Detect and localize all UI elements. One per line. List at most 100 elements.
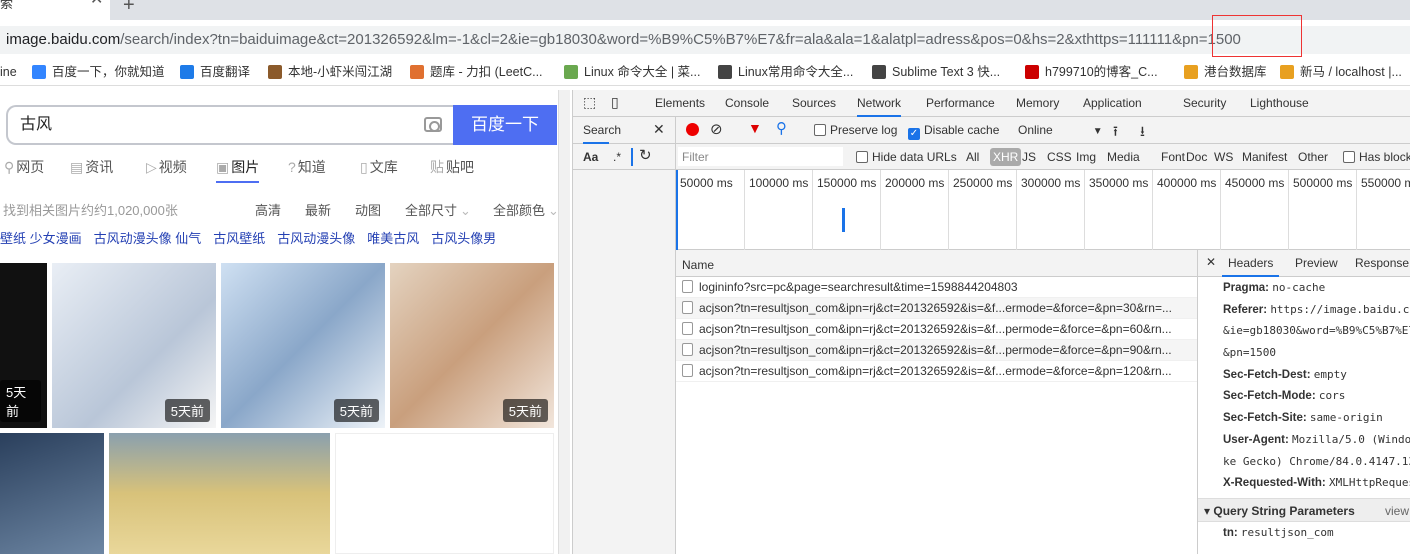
related-link[interactable]: 壁纸 少女漫画 bbox=[0, 231, 82, 246]
type-filter-font[interactable]: Font bbox=[1161, 150, 1185, 164]
image-result[interactable] bbox=[109, 433, 330, 554]
type-filter-doc[interactable]: Doc bbox=[1186, 150, 1207, 164]
address-bar[interactable]: image.baidu.com/search/index?tn=baiduima… bbox=[0, 26, 1410, 54]
tab-sources[interactable]: Sources bbox=[792, 96, 836, 110]
bookmark[interactable]: Linux常用命令大全... bbox=[718, 60, 853, 84]
tab-console[interactable]: Console bbox=[725, 96, 769, 110]
related-link[interactable]: 唯美古风 bbox=[367, 231, 419, 246]
filter-4[interactable]: 全部颜色 ⌄ bbox=[493, 200, 559, 219]
bookmark[interactable]: Sublime Text 3 快... bbox=[872, 60, 1000, 84]
related-link[interactable]: 古风壁纸 bbox=[213, 231, 265, 246]
type-filter-ws[interactable]: WS bbox=[1214, 150, 1233, 164]
image-result[interactable] bbox=[0, 433, 104, 554]
search-icon[interactable]: ⚲ bbox=[776, 119, 787, 137]
query-string-section[interactable]: ▾ Query String Parameters view bbox=[1198, 497, 1410, 523]
type-filter-media[interactable]: Media bbox=[1107, 150, 1140, 164]
name-column-header[interactable]: Name bbox=[676, 250, 1197, 277]
request-row[interactable]: acjson?tn=resultjson_com&ipn=rj&ct=20132… bbox=[676, 340, 1197, 361]
tab-lighthouse[interactable]: Lighthouse bbox=[1250, 96, 1309, 110]
close-tab-icon[interactable]: ✕ bbox=[90, 0, 103, 8]
hide-data-urls-checkbox[interactable]: Hide data URLs bbox=[856, 150, 957, 164]
preserve-log-checkbox[interactable]: Preserve log bbox=[814, 123, 897, 137]
has-blocked-checkbox[interactable]: Has block bbox=[1343, 150, 1410, 164]
type-filter-css[interactable]: CSS bbox=[1047, 150, 1072, 164]
filter-input[interactable]: Filter bbox=[678, 147, 843, 166]
tab-network[interactable]: Network bbox=[857, 96, 902, 117]
clear-icon[interactable]: ⊘ bbox=[710, 120, 723, 138]
close-icon[interactable]: ✕ bbox=[1206, 255, 1216, 269]
search-field[interactable] bbox=[631, 148, 633, 166]
detail-tab-response[interactable]: Response bbox=[1355, 256, 1409, 270]
search-button[interactable]: 百度一下 bbox=[453, 105, 557, 145]
image-result[interactable]: 5天前 bbox=[52, 263, 216, 428]
device-toolbar-icon[interactable]: ▯ bbox=[611, 94, 619, 111]
bookmark[interactable]: 本地-小虾米闯江湖 bbox=[268, 60, 392, 84]
type-filter-other[interactable]: Other bbox=[1298, 150, 1328, 164]
throttle-select[interactable]: Online ▼ bbox=[1018, 123, 1103, 137]
detail-tab-preview[interactable]: Preview bbox=[1295, 256, 1338, 270]
match-case-button[interactable]: Aa bbox=[583, 150, 598, 164]
filter-1[interactable]: 最新 bbox=[305, 200, 331, 219]
bookmark[interactable]: 新马 / localhost |... bbox=[1280, 60, 1402, 84]
image-result[interactable]: 5天前 bbox=[0, 263, 47, 428]
header-value: &ie=gb18030&word=%B9%C5%B7%E7 bbox=[1223, 324, 1410, 338]
nav-label: 贴吧 bbox=[446, 159, 474, 175]
related-link[interactable]: 古风动漫头像 仙气 bbox=[94, 231, 202, 246]
nav-tab-4[interactable]: ? 知道 bbox=[288, 157, 326, 177]
view-source-link[interactable]: view bbox=[1385, 499, 1409, 523]
tab-performance[interactable]: Performance bbox=[926, 96, 995, 110]
bookmark[interactable]: 百度一下，你就知道 bbox=[32, 60, 165, 84]
refresh-icon[interactable]: ↻ bbox=[639, 146, 652, 164]
request-row[interactable]: logininfo?src=pc&page=searchresult&time=… bbox=[676, 277, 1197, 298]
nav-tab-3[interactable]: ▣ 图片 bbox=[216, 157, 260, 183]
bookmark[interactable]: ine bbox=[0, 60, 17, 84]
nav-tab-6[interactable]: 贴贴吧 bbox=[430, 157, 474, 177]
tab-memory[interactable]: Memory bbox=[1016, 96, 1059, 110]
related-link[interactable]: 古风头像男 bbox=[431, 231, 496, 246]
close-icon[interactable]: ✕ bbox=[653, 121, 665, 138]
inspect-icon[interactable]: ⬚ bbox=[583, 94, 596, 111]
filter-2[interactable]: 动图 bbox=[355, 200, 381, 219]
nav-tab-0[interactable]: ⚲ 网页 bbox=[4, 157, 44, 177]
image-result[interactable] bbox=[335, 433, 554, 554]
type-filter-xhr[interactable]: XHR bbox=[990, 148, 1022, 166]
new-tab-button[interactable]: + bbox=[123, 0, 135, 17]
request-row[interactable]: acjson?tn=resultjson_com&ipn=rj&ct=20132… bbox=[676, 298, 1197, 319]
record-icon[interactable] bbox=[686, 123, 699, 136]
bookmark[interactable]: 题库 - 力扣 (LeetC... bbox=[410, 60, 543, 84]
header-value: &pn=1500 bbox=[1223, 346, 1276, 360]
type-filter-js[interactable]: JS bbox=[1022, 150, 1036, 164]
type-filter-img[interactable]: Img bbox=[1076, 150, 1096, 164]
tab-security[interactable]: Security bbox=[1183, 96, 1226, 110]
export-icon[interactable]: ⭳ bbox=[1140, 121, 1145, 145]
header-value: ke Gecko) Chrome/84.0.4147.135 bbox=[1223, 454, 1410, 468]
type-filter-manifest[interactable]: Manifest bbox=[1242, 150, 1287, 164]
related-link[interactable]: 古风动漫头像 bbox=[277, 231, 355, 246]
nav-tab-5[interactable]: ▯ 文库 bbox=[360, 157, 398, 177]
request-row[interactable]: acjson?tn=resultjson_com&ipn=rj&ct=20132… bbox=[676, 361, 1197, 382]
nav-tab-1[interactable]: ▤ 资讯 bbox=[70, 157, 113, 177]
import-icon[interactable]: ⭱ bbox=[1113, 121, 1118, 145]
timeline-tick: 400000 ms bbox=[1152, 170, 1216, 250]
bookmark[interactable]: 港台数据库 bbox=[1184, 60, 1267, 84]
filter-0[interactable]: 高清 bbox=[255, 200, 281, 219]
image-result[interactable]: 5天前 bbox=[221, 263, 385, 428]
search-input[interactable]: 古风 bbox=[6, 105, 453, 145]
image-result[interactable]: 5天前 bbox=[390, 263, 554, 428]
detail-tab-headers[interactable]: Headers bbox=[1222, 256, 1280, 277]
regex-button[interactable]: .* bbox=[613, 150, 621, 164]
browser-tab[interactable]: 索✕ bbox=[0, 0, 110, 20]
type-filter-all[interactable]: All bbox=[966, 150, 979, 164]
nav-tab-2[interactable]: ▷ 视频 bbox=[146, 157, 187, 177]
tab-elements[interactable]: Elements bbox=[655, 96, 705, 110]
tab-application[interactable]: Application bbox=[1083, 96, 1142, 110]
bookmark[interactable]: Linux 命令大全 | 菜... bbox=[564, 60, 700, 84]
filter-icon[interactable]: ▼ bbox=[748, 120, 762, 136]
filter-3[interactable]: 全部尺寸 ⌄ bbox=[405, 200, 471, 219]
request-row[interactable]: acjson?tn=resultjson_com&ipn=rj&ct=20132… bbox=[676, 319, 1197, 340]
bookmark[interactable]: 百度翻译 bbox=[180, 60, 250, 84]
bookmark[interactable]: h799710的博客_C... bbox=[1025, 60, 1158, 84]
page-scrollbar[interactable] bbox=[558, 90, 570, 554]
disable-cache-checkbox[interactable]: ✓ Disable cache bbox=[908, 123, 999, 140]
camera-icon[interactable] bbox=[424, 117, 442, 132]
